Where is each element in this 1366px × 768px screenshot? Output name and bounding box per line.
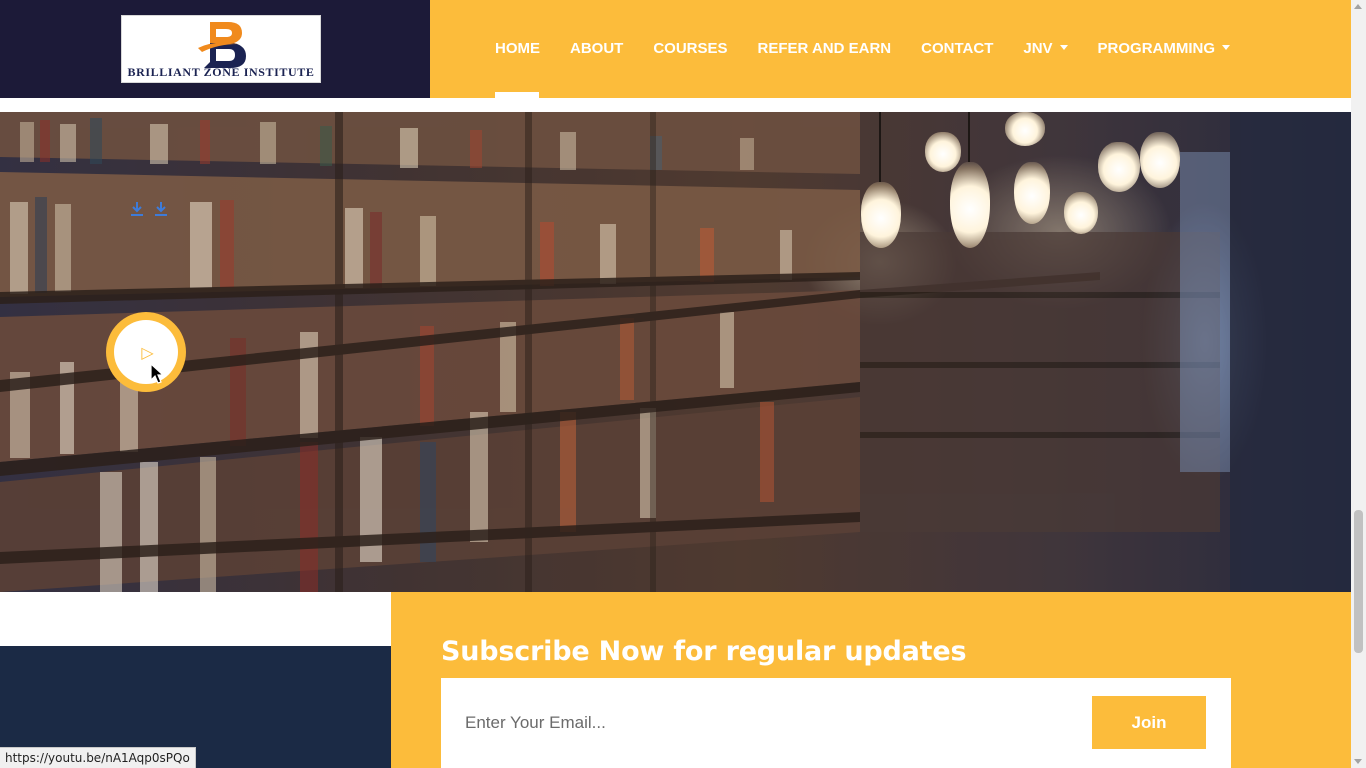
mouse-pointer-icon <box>150 363 164 384</box>
nav-item-home[interactable]: HOME <box>495 40 540 57</box>
subscribe-title: Subscribe Now for regular updates <box>441 636 967 667</box>
page-scrollbar[interactable] <box>1351 0 1366 768</box>
main-nav: HOME ABOUT COURSES REFER AND EARN CONTAC… <box>430 0 1351 98</box>
lamp-wire <box>879 112 881 182</box>
nav-item-contact[interactable]: CONTACT <box>921 40 993 57</box>
scroll-down-arrow-icon[interactable] <box>1354 759 1362 764</box>
nav-item-programming[interactable]: PROGRAMMING <box>1098 40 1231 57</box>
join-button[interactable]: Join <box>1092 696 1206 749</box>
video-play-button[interactable]: ▷ <box>106 312 186 392</box>
caret-down-icon <box>1059 45 1068 50</box>
nav-item-label: PROGRAMMING <box>1097 40 1216 57</box>
nav-item-label: CONTACT <box>921 40 994 57</box>
light-bulb <box>861 182 901 248</box>
light-bulb <box>925 132 961 172</box>
lamp-wire <box>968 112 970 162</box>
nav-item-label: REFER AND EARN <box>757 40 892 57</box>
light-bulb <box>950 162 990 248</box>
status-bar-link-preview: https://youtu.be/nA1Aqp0sPQo <box>0 747 196 768</box>
nav-item-label: HOME <box>495 40 540 57</box>
subscribe-form: Join <box>441 678 1231 768</box>
scroll-thumb[interactable] <box>1354 510 1363 653</box>
b-monogram-logo-icon <box>198 22 246 68</box>
nav-item-refer-and-earn[interactable]: REFER AND EARN <box>758 40 892 57</box>
light-bulb <box>1098 142 1140 192</box>
subscribe-section: Subscribe Now for regular updates Join <box>391 592 1351 768</box>
logo-area: BRILLIANT ZONE INSTITUTE <box>0 0 430 98</box>
scroll-up-arrow-icon[interactable] <box>1354 4 1362 9</box>
site-header: BRILLIANT ZONE INSTITUTE HOME ABOUT COUR… <box>0 0 1351 98</box>
email-input[interactable] <box>441 678 1081 768</box>
light-bulb <box>1140 132 1180 188</box>
download-icons <box>130 201 168 217</box>
nav-item-label: ABOUT <box>570 40 624 57</box>
light-bulb <box>1064 192 1098 234</box>
download-icon[interactable] <box>130 201 144 217</box>
nav-item-about[interactable]: ABOUT <box>570 40 623 57</box>
site-logo[interactable]: BRILLIANT ZONE INSTITUTE <box>121 15 321 83</box>
nav-item-label: COURSES <box>653 40 728 57</box>
play-button-inner: ▷ <box>114 320 178 384</box>
download-icon[interactable] <box>154 201 168 217</box>
light-bulb <box>1014 162 1050 224</box>
active-nav-indicator <box>495 92 539 98</box>
light-bulb <box>1005 112 1045 146</box>
logo-text: BRILLIANT ZONE INSTITUTE <box>127 65 315 79</box>
library-background <box>0 112 1351 592</box>
hero-banner <box>0 112 1351 592</box>
nav-item-jnv[interactable]: JNV <box>1023 40 1068 57</box>
caret-down-icon <box>1222 45 1231 50</box>
nav-item-label: JNV <box>1023 40 1053 57</box>
nav-item-courses[interactable]: COURSES <box>653 40 727 57</box>
play-icon: ▷ <box>141 342 154 362</box>
